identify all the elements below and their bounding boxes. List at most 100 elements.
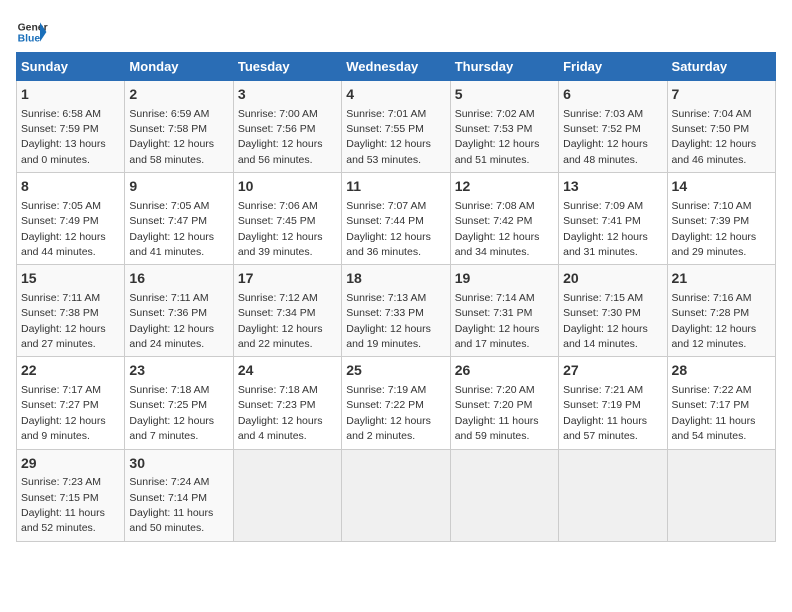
- col-header-thursday: Thursday: [450, 53, 558, 81]
- day-number: 10: [238, 177, 337, 197]
- col-header-saturday: Saturday: [667, 53, 775, 81]
- day-cell: 7 Sunrise: 7:04 AMSunset: 7:50 PMDaylight…: [667, 81, 775, 173]
- day-number: 21: [672, 269, 771, 289]
- col-header-monday: Monday: [125, 53, 233, 81]
- calendar-table: SundayMondayTuesdayWednesdayThursdayFrid…: [16, 52, 776, 542]
- day-cell: 25 Sunrise: 7:19 AMSunset: 7:22 PMDayligh…: [342, 357, 450, 449]
- day-cell: [559, 449, 667, 541]
- day-number: 4: [346, 85, 445, 105]
- day-number: 3: [238, 85, 337, 105]
- day-cell: 15 Sunrise: 7:11 AMSunset: 7:38 PMDayligh…: [17, 265, 125, 357]
- day-number: 27: [563, 361, 662, 381]
- day-number: 28: [672, 361, 771, 381]
- day-cell: 14 Sunrise: 7:10 AMSunset: 7:39 PMDayligh…: [667, 173, 775, 265]
- day-info: Sunrise: 7:03 AMSunset: 7:52 PMDaylight:…: [563, 108, 648, 166]
- col-header-sunday: Sunday: [17, 53, 125, 81]
- day-cell: 24Sunrise: 7:18 AMSunset: 7:23 PMDayligh…: [233, 357, 341, 449]
- header: General Blue: [16, 16, 776, 48]
- day-info: Sunrise: 7:24 AMSunset: 7:14 PMDaylight:…: [129, 476, 213, 534]
- day-number: 1: [21, 85, 120, 105]
- day-cell: 1 Sunrise: 6:58 AMSunset: 7:59 PMDaylight…: [17, 81, 125, 173]
- day-cell: 17 Sunrise: 7:12 AMSunset: 7:34 PMDayligh…: [233, 265, 341, 357]
- day-number: 23: [129, 361, 228, 381]
- day-cell: 29Sunrise: 7:23 AMSunset: 7:15 PMDayligh…: [17, 449, 125, 541]
- day-cell: 11 Sunrise: 7:07 AMSunset: 7:44 PMDayligh…: [342, 173, 450, 265]
- day-cell: 4Sunrise: 7:01 AMSunset: 7:55 PMDaylight…: [342, 81, 450, 173]
- day-cell: [450, 449, 558, 541]
- day-cell: 3 Sunrise: 7:00 AMSunset: 7:56 PMDaylight…: [233, 81, 341, 173]
- week-row-5: 22Sunrise: 7:17 AMSunset: 7:27 PMDayligh…: [17, 357, 776, 449]
- day-cell: 28 Sunrise: 7:22 AMSunset: 7:17 PMDayligh…: [667, 357, 775, 449]
- day-cell: 21 Sunrise: 7:16 AMSunset: 7:28 PMDayligh…: [667, 265, 775, 357]
- svg-text:Blue: Blue: [18, 34, 41, 45]
- day-info: Sunrise: 7:21 AMSunset: 7:19 PMDaylight:…: [563, 384, 647, 442]
- day-number: 7: [672, 85, 771, 105]
- day-number: 30: [129, 454, 228, 474]
- day-info: Sunrise: 7:00 AMSunset: 7:56 PMDaylight:…: [238, 108, 323, 166]
- day-number: 8: [21, 177, 120, 197]
- day-info: Sunrise: 7:11 AMSunset: 7:36 PMDaylight:…: [129, 292, 214, 350]
- day-info: Sunrise: 7:05 AMSunset: 7:47 PMDaylight:…: [129, 200, 214, 258]
- col-header-tuesday: Tuesday: [233, 53, 341, 81]
- day-cell: [233, 449, 341, 541]
- day-info: Sunrise: 7:15 AMSunset: 7:30 PMDaylight:…: [563, 292, 648, 350]
- day-number: 26: [455, 361, 554, 381]
- col-header-friday: Friday: [559, 53, 667, 81]
- day-info: Sunrise: 6:58 AMSunset: 7:59 PMDaylight:…: [21, 108, 106, 166]
- day-info: Sunrise: 7:23 AMSunset: 7:15 PMDaylight:…: [21, 476, 105, 534]
- day-number: 6: [563, 85, 662, 105]
- day-number: 2: [129, 85, 228, 105]
- day-cell: 18 Sunrise: 7:13 AMSunset: 7:33 PMDayligh…: [342, 265, 450, 357]
- day-info: Sunrise: 7:18 AMSunset: 7:25 PMDaylight:…: [129, 384, 214, 442]
- day-info: Sunrise: 7:02 AMSunset: 7:53 PMDaylight:…: [455, 108, 540, 166]
- week-row-3: 8 Sunrise: 7:05 AMSunset: 7:49 PMDaylight…: [17, 173, 776, 265]
- week-row-2: 1 Sunrise: 6:58 AMSunset: 7:59 PMDaylight…: [17, 81, 776, 173]
- day-info: Sunrise: 7:11 AMSunset: 7:38 PMDaylight:…: [21, 292, 106, 350]
- day-info: Sunrise: 7:18 AMSunset: 7:23 PMDaylight:…: [238, 384, 323, 442]
- day-info: Sunrise: 7:22 AMSunset: 7:17 PMDaylight:…: [672, 384, 756, 442]
- day-info: Sunrise: 7:08 AMSunset: 7:42 PMDaylight:…: [455, 200, 540, 258]
- day-cell: 27 Sunrise: 7:21 AMSunset: 7:19 PMDayligh…: [559, 357, 667, 449]
- day-number: 18: [346, 269, 445, 289]
- day-info: Sunrise: 7:19 AMSunset: 7:22 PMDaylight:…: [346, 384, 431, 442]
- day-cell: 2Sunrise: 6:59 AMSunset: 7:58 PMDaylight…: [125, 81, 233, 173]
- logo: General Blue: [16, 16, 48, 48]
- week-row-6: 29Sunrise: 7:23 AMSunset: 7:15 PMDayligh…: [17, 449, 776, 541]
- day-number: 25: [346, 361, 445, 381]
- day-number: 5: [455, 85, 554, 105]
- day-number: 20: [563, 269, 662, 289]
- day-cell: 13Sunrise: 7:09 AMSunset: 7:41 PMDayligh…: [559, 173, 667, 265]
- day-number: 13: [563, 177, 662, 197]
- week-row-4: 15 Sunrise: 7:11 AMSunset: 7:38 PMDayligh…: [17, 265, 776, 357]
- day-info: Sunrise: 7:12 AMSunset: 7:34 PMDaylight:…: [238, 292, 323, 350]
- day-number: 22: [21, 361, 120, 381]
- day-cell: 23 Sunrise: 7:18 AMSunset: 7:25 PMDayligh…: [125, 357, 233, 449]
- day-number: 14: [672, 177, 771, 197]
- day-info: Sunrise: 7:04 AMSunset: 7:50 PMDaylight:…: [672, 108, 757, 166]
- day-cell: 12 Sunrise: 7:08 AMSunset: 7:42 PMDayligh…: [450, 173, 558, 265]
- day-info: Sunrise: 7:20 AMSunset: 7:20 PMDaylight:…: [455, 384, 539, 442]
- day-number: 11: [346, 177, 445, 197]
- day-info: Sunrise: 7:10 AMSunset: 7:39 PMDaylight:…: [672, 200, 757, 258]
- day-cell: 6 Sunrise: 7:03 AMSunset: 7:52 PMDaylight…: [559, 81, 667, 173]
- day-cell: 10Sunrise: 7:06 AMSunset: 7:45 PMDayligh…: [233, 173, 341, 265]
- day-cell: [667, 449, 775, 541]
- day-number: 15: [21, 269, 120, 289]
- day-info: Sunrise: 7:14 AMSunset: 7:31 PMDaylight:…: [455, 292, 540, 350]
- day-cell: 26 Sunrise: 7:20 AMSunset: 7:20 PMDayligh…: [450, 357, 558, 449]
- day-cell: 30Sunrise: 7:24 AMSunset: 7:14 PMDayligh…: [125, 449, 233, 541]
- day-cell: 20 Sunrise: 7:15 AMSunset: 7:30 PMDayligh…: [559, 265, 667, 357]
- day-number: 9: [129, 177, 228, 197]
- day-info: Sunrise: 7:07 AMSunset: 7:44 PMDaylight:…: [346, 200, 431, 258]
- col-header-wednesday: Wednesday: [342, 53, 450, 81]
- day-number: 12: [455, 177, 554, 197]
- day-info: Sunrise: 7:05 AMSunset: 7:49 PMDaylight:…: [21, 200, 106, 258]
- day-number: 16: [129, 269, 228, 289]
- day-info: Sunrise: 7:13 AMSunset: 7:33 PMDaylight:…: [346, 292, 431, 350]
- day-number: 17: [238, 269, 337, 289]
- day-info: Sunrise: 7:16 AMSunset: 7:28 PMDaylight:…: [672, 292, 757, 350]
- day-cell: [342, 449, 450, 541]
- day-cell: 16 Sunrise: 7:11 AMSunset: 7:36 PMDayligh…: [125, 265, 233, 357]
- logo-icon: General Blue: [16, 16, 48, 48]
- day-number: 29: [21, 454, 120, 474]
